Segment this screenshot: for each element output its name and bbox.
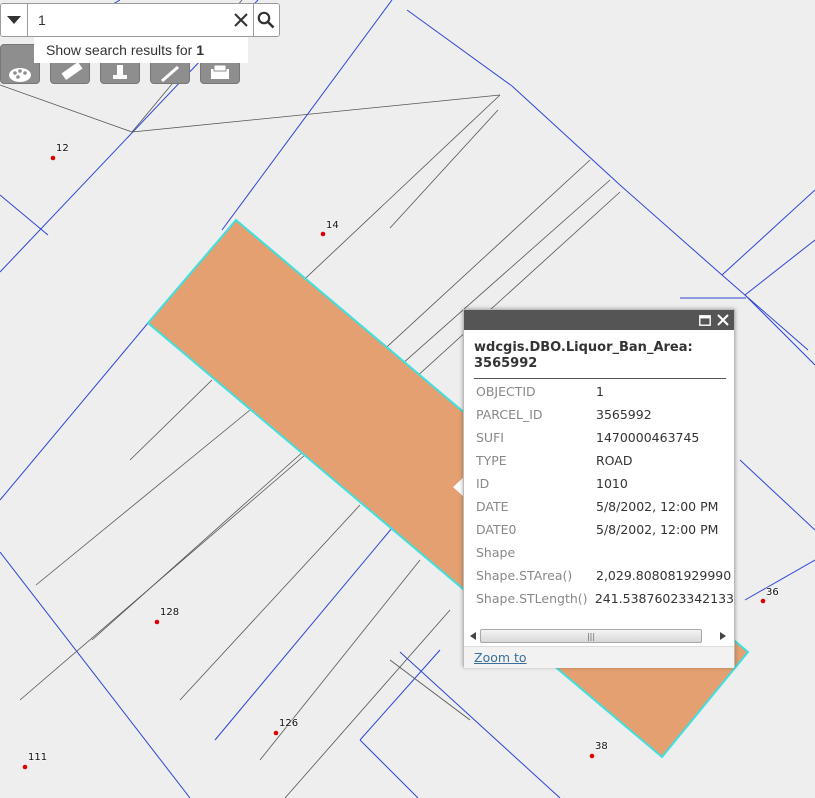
search-icon (258, 11, 275, 29)
chevron-right-icon (720, 632, 726, 640)
search-input[interactable] (28, 4, 230, 36)
parcel-label: 14 (326, 220, 339, 231)
attribute-value: 1470000463745 (596, 430, 700, 445)
clear-search-button[interactable] (229, 4, 253, 36)
search-source-dropdown[interactable] (1, 4, 29, 36)
attribute-key: OBJECTID (476, 384, 536, 399)
parcel-label: 111 (28, 752, 48, 763)
attribute-row: OBJECTID 1 (476, 384, 734, 407)
popup-titlebar (464, 310, 734, 330)
attribute-row: SUFI 1470000463745 (476, 430, 734, 453)
attribute-row: PARCEL_ID 3565992 (476, 407, 734, 430)
parcel-label: 38 (595, 741, 608, 752)
close-icon (717, 314, 729, 326)
zoom-to-link[interactable]: Zoom to (474, 650, 527, 665)
horizontal-scrollbar[interactable]: ||| (466, 628, 730, 644)
pencil-icon (161, 65, 179, 83)
parcel-label: 128 (160, 607, 180, 618)
popup-title: wdcgis.DBO.Liquor_Ban_Area: 3565992 (474, 340, 726, 379)
attribute-row: Shape.STLength() 241.53876023342133 (476, 591, 734, 614)
chevron-left-icon (470, 632, 476, 640)
suggestion-prefix: Show search results for (46, 42, 193, 58)
parcel-label: 126 (279, 718, 299, 729)
attribute-key: DATE (476, 499, 509, 514)
chevron-down-icon (7, 16, 22, 24)
attribute-value: 1010 (596, 476, 628, 491)
attribute-row: DATE 5/8/2002, 12:00 PM (476, 499, 734, 522)
pin-icon (113, 65, 127, 79)
close-icon (234, 13, 248, 27)
attribute-value: ROAD (596, 453, 633, 468)
attribute-key: DATE0 (476, 522, 517, 537)
scroll-thumb[interactable]: ||| (480, 629, 702, 643)
parcel-label: 36 (766, 587, 779, 598)
attribute-value: 241.53876023342133 (594, 591, 734, 606)
maximize-icon (699, 314, 711, 326)
attribute-key: SUFI (476, 430, 504, 445)
close-popup-button[interactable] (714, 311, 732, 329)
printer-icon (211, 64, 229, 79)
attribute-value: 1 (596, 384, 604, 399)
search-button[interactable] (252, 4, 279, 36)
attribute-key: Shape (476, 545, 516, 560)
suggestion-term: 1 (196, 42, 205, 58)
attribute-value: 2,029.808081929990 (596, 568, 732, 583)
maximize-button[interactable] (696, 311, 714, 329)
attribute-key: TYPE (476, 453, 507, 468)
attribute-row: Shape (476, 545, 734, 568)
feature-popup: wdcgis.DBO.Liquor_Ban_Area: 3565992 OBJE… (463, 309, 735, 668)
attribute-row: DATE0 5/8/2002, 12:00 PM (476, 522, 734, 545)
parcel-label: 12 (56, 143, 69, 154)
popup-actions: Zoom to (464, 646, 734, 668)
palette-icon (9, 68, 31, 82)
attribute-value: 5/8/2002, 12:00 PM (596, 522, 719, 537)
attribute-key: ID (476, 476, 490, 491)
search-box (0, 3, 280, 37)
attribute-key: Shape.STArea() (476, 568, 573, 583)
attribute-row: ID 1010 (476, 476, 734, 499)
search-suggestion[interactable]: Show search results for 1 (34, 37, 248, 63)
attribute-key: PARCEL_ID (476, 407, 543, 422)
attribute-key: Shape.STLength() (476, 591, 588, 606)
scroll-right-button[interactable] (716, 632, 730, 640)
attribute-table: OBJECTID 1 PARCEL_ID 3565992 SUFI 147000046… (476, 384, 734, 624)
attribute-row: TYPE ROAD (476, 453, 734, 476)
attribute-value: 5/8/2002, 12:00 PM (596, 499, 719, 514)
scroll-left-button[interactable] (466, 632, 480, 640)
attribute-row: Shape.STArea() 2,029.808081929990 (476, 568, 734, 591)
attribute-value: 3565992 (596, 407, 652, 422)
ruler-icon (61, 61, 83, 81)
